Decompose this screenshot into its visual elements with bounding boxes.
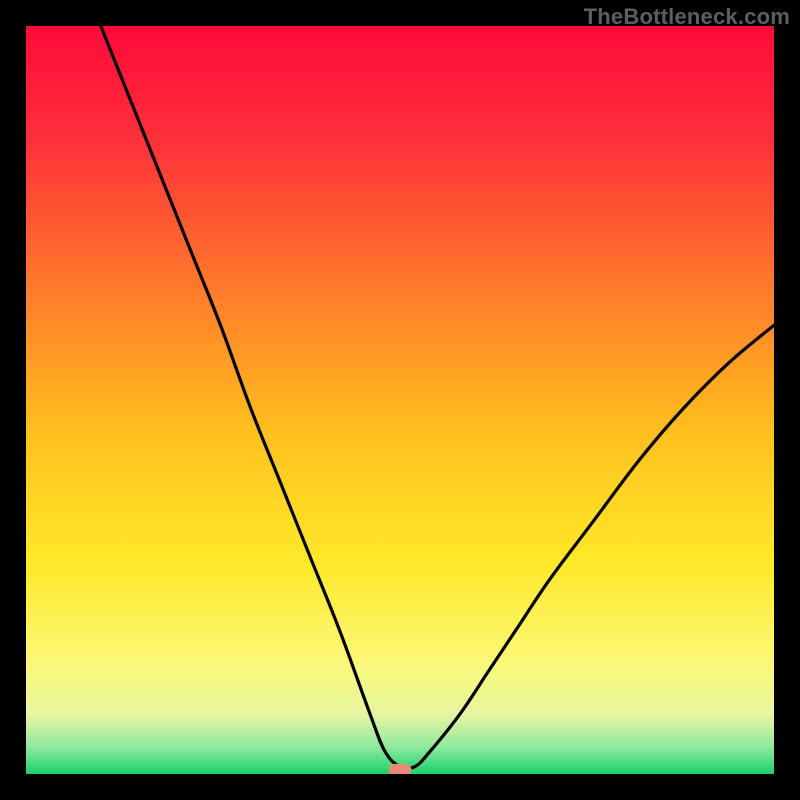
bottleneck-chart xyxy=(26,26,774,774)
gradient-background xyxy=(26,26,774,774)
chart-frame: TheBottleneck.com xyxy=(0,0,800,800)
plot-area xyxy=(26,26,774,774)
optimum-marker xyxy=(389,764,411,774)
watermark-text: TheBottleneck.com xyxy=(584,4,790,30)
